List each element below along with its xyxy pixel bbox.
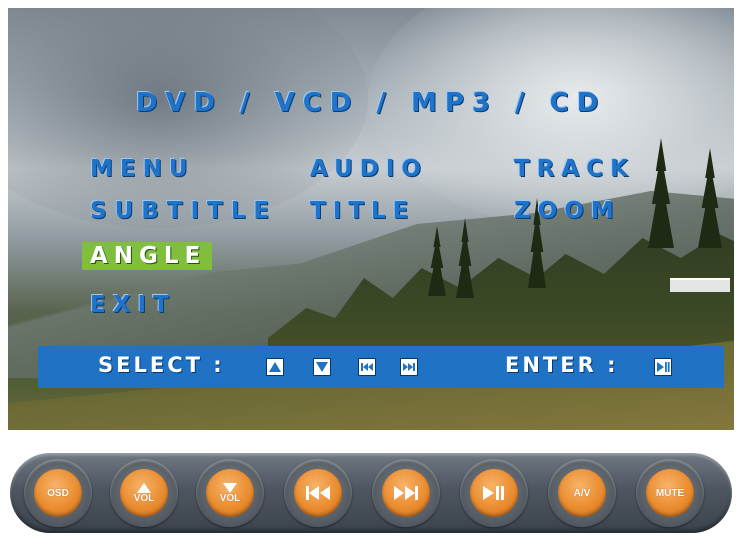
mute-button[interactable]: MUTE xyxy=(636,459,704,527)
volume-down-label: VOL xyxy=(219,492,241,504)
osd-button-face: OSD xyxy=(34,469,82,517)
play-pause-icon xyxy=(654,358,672,376)
previous-button-face xyxy=(294,469,342,517)
play-pause-button[interactable] xyxy=(460,459,528,527)
menu-item-angle-selected[interactable]: ANGLE xyxy=(82,242,213,270)
building xyxy=(670,278,730,292)
previous-button[interactable] xyxy=(284,459,352,527)
menu-item-menu[interactable]: MENU xyxy=(90,156,195,182)
play-pause-button-face xyxy=(470,469,518,517)
volume-down-button-face: VOL xyxy=(206,469,254,517)
menu-item-zoom[interactable]: ZOOM xyxy=(514,198,621,224)
menu-item-title[interactable]: TITLE xyxy=(310,198,415,224)
down-arrow-icon xyxy=(313,358,331,376)
menu-item-audio[interactable]: AUDIO xyxy=(310,156,428,182)
volume-down-icon xyxy=(223,482,237,493)
sky-shadow xyxy=(8,8,368,228)
next-icon xyxy=(394,486,418,500)
enter-label: ENTER : xyxy=(505,353,619,377)
volume-up-icon xyxy=(137,482,151,493)
mute-button-label: MUTE xyxy=(655,487,685,499)
volume-up-button-face: VOL xyxy=(120,469,168,517)
osd-button-label: OSD xyxy=(47,487,69,499)
next-icon xyxy=(400,358,418,376)
av-button-face: A/V xyxy=(558,469,606,517)
next-button-face xyxy=(382,469,430,517)
volume-up-button[interactable]: VOL xyxy=(110,459,178,527)
play-pause-icon xyxy=(483,486,504,500)
next-button[interactable] xyxy=(372,459,440,527)
select-label: SELECT : xyxy=(98,353,225,377)
tv-screen: DVD / VCD / MP3 / CD MENU AUDIO TRACK SU… xyxy=(8,8,734,430)
menu-item-subtitle[interactable]: SUBTITLE xyxy=(90,198,277,224)
osd-title: DVD / VCD / MP3 / CD xyxy=(135,88,607,118)
volume-down-button[interactable]: VOL xyxy=(196,459,264,527)
volume-up-label: VOL xyxy=(133,492,155,504)
up-arrow-icon xyxy=(266,358,284,376)
menu-item-exit[interactable]: EXIT xyxy=(90,292,176,318)
select-hint-bar: SELECT : ENTER : xyxy=(38,346,724,388)
previous-icon xyxy=(358,358,376,376)
previous-icon xyxy=(306,486,330,500)
control-button-bar: OSD VOL VOL A/V MUTE xyxy=(10,453,732,533)
mute-button-face: MUTE xyxy=(646,469,694,517)
osd-button[interactable]: OSD xyxy=(24,459,92,527)
av-button-label: A/V xyxy=(573,487,591,499)
av-button[interactable]: A/V xyxy=(548,459,616,527)
menu-item-track[interactable]: TRACK xyxy=(514,156,635,182)
